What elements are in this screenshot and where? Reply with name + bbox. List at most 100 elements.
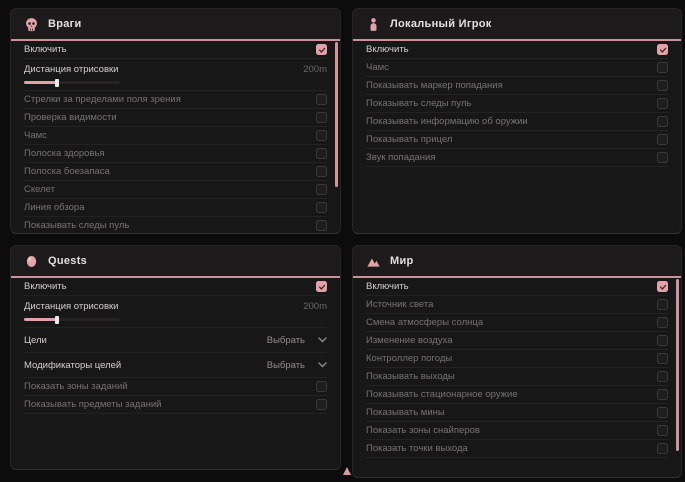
panel-quests: Quests Включить Дистанция отрисовки200m Цел… [10,245,341,470]
checkbox[interactable] [657,116,668,127]
checkbox[interactable] [316,220,327,231]
checkbox[interactable] [657,152,668,163]
scrollbar[interactable] [335,42,338,187]
row-label: Показывать следы пуль [366,98,471,109]
row-select: ЦелиВыбрать [24,328,327,353]
checkbox[interactable] [657,353,668,364]
slider-handle[interactable] [55,316,59,324]
slider-labels: Дистанция отрисовки200m [24,61,327,77]
checkbox[interactable] [316,399,327,410]
checkbox[interactable] [316,184,327,195]
panel-header[interactable]: Локальный Игрок [353,9,681,41]
slider-handle[interactable] [55,79,59,87]
row-label: Включить [366,281,409,292]
row-label: Стрелки за пределами поля зрения [24,94,181,105]
checkbox[interactable] [657,80,668,91]
row-toggle: Показывать выходы [366,368,668,386]
checkbox[interactable] [657,371,668,382]
row-label: Показывать информацию об оружии [366,116,528,127]
orb-icon [24,254,39,269]
scrollbar[interactable] [676,279,679,451]
row-toggle: Включить [24,278,327,296]
panel-header[interactable]: Мир [353,246,681,278]
row-toggle: Показать зоны заданий [24,378,327,396]
row-toggle: Звук попадания [366,149,668,167]
row-label: Показывать следы пуль [24,220,129,231]
row-toggle: Показать зоны снайперов [366,422,668,440]
row-label: Показывать предметы заданий [24,399,161,410]
row-label: Показать точки выхода [366,443,468,454]
select-value: Выбрать [267,335,305,346]
panel-title: Локальный Игрок [390,18,492,30]
checkbox[interactable] [657,281,668,292]
row-toggle: Полоска здоровья [24,145,327,163]
panel-rows: Включить Чамс Показывать маркер попадания П… [353,41,681,167]
checkbox[interactable] [657,44,668,55]
row-label: Источник света [366,299,433,310]
checkbox[interactable] [657,425,668,436]
row-toggle: Полоска боезапаса [24,163,327,181]
row-label: Показать зоны снайперов [366,425,480,436]
row-label: Показать зоны заданий [24,381,128,392]
slider-labels: Дистанция отрисовки200m [24,298,327,314]
checkbox[interactable] [316,202,327,213]
checkbox[interactable] [657,62,668,73]
row-toggle: Включить [366,278,668,296]
select-dropdown[interactable]: Выбрать [267,360,327,371]
row-label: Модификаторы целей [24,360,121,371]
checkbox[interactable] [316,148,327,159]
panel-rows: Включить Дистанция отрисовки200m ЦелиВыбра… [11,278,340,414]
row-toggle: Показывать мины [366,404,668,422]
checkbox[interactable] [657,389,668,400]
checkbox[interactable] [316,44,327,55]
panel-local-player: Локальный Игрок Включить Чамс Показывать ма… [352,8,682,234]
panel-header[interactable]: Враги [11,9,340,41]
panel-title: Враги [48,18,82,30]
row-label: Включить [366,44,409,55]
row-label: Полоска здоровья [24,148,105,159]
checkbox[interactable] [657,335,668,346]
checkbox[interactable] [316,112,327,123]
checkbox[interactable] [657,443,668,454]
panel-header[interactable]: Quests [11,246,340,278]
cursor-triangle-icon [343,467,351,475]
row-label: Изменение воздуха [366,335,453,346]
row-label: Включить [24,281,67,292]
row-toggle: Линия обзора [24,199,327,217]
checkbox[interactable] [657,134,668,145]
checkbox[interactable] [316,281,327,292]
row-label: Чамс [366,62,389,73]
row-label: Показывать маркер попадания [366,80,503,91]
row-label: Показывать прицел [366,134,452,145]
row-label: Показывать выходы [366,371,455,382]
checkbox[interactable] [316,381,327,392]
checkbox[interactable] [657,299,668,310]
chevron-down-icon [318,362,327,368]
row-toggle: Контроллер погоды [366,350,668,368]
select-dropdown[interactable]: Выбрать [267,335,327,346]
row-label: Дистанция отрисовки [24,64,118,75]
row-toggle: Скелет [24,181,327,199]
checkbox[interactable] [657,98,668,109]
checkbox[interactable] [657,317,668,328]
checkbox[interactable] [316,94,327,105]
mountain-icon [366,254,381,269]
checkbox[interactable] [316,130,327,141]
row-label: Полоска боезапаса [24,166,110,177]
row-label: Показывать стационарное оружие [366,389,518,400]
panel-world: МирВключитьИсточник светаСмена атмосферы… [352,245,682,478]
row-toggle: Источник света [366,296,668,314]
checkbox[interactable] [316,166,327,177]
slider[interactable] [24,81,120,84]
row-select: Модификаторы целей Выбрать [24,353,327,378]
row-toggle: Включить [366,41,668,59]
row-toggle: Показывать стационарное оружие [366,386,668,404]
slider[interactable] [24,318,120,321]
panel-title: Мир [390,255,414,267]
checkbox[interactable] [657,407,668,418]
slider-fill [24,81,57,84]
row-label: Дистанция отрисовки [24,301,118,312]
row-toggle: Включить [24,41,327,59]
row-toggle: Показывать предметы заданий [24,396,327,414]
select-value: Выбрать [267,360,305,371]
